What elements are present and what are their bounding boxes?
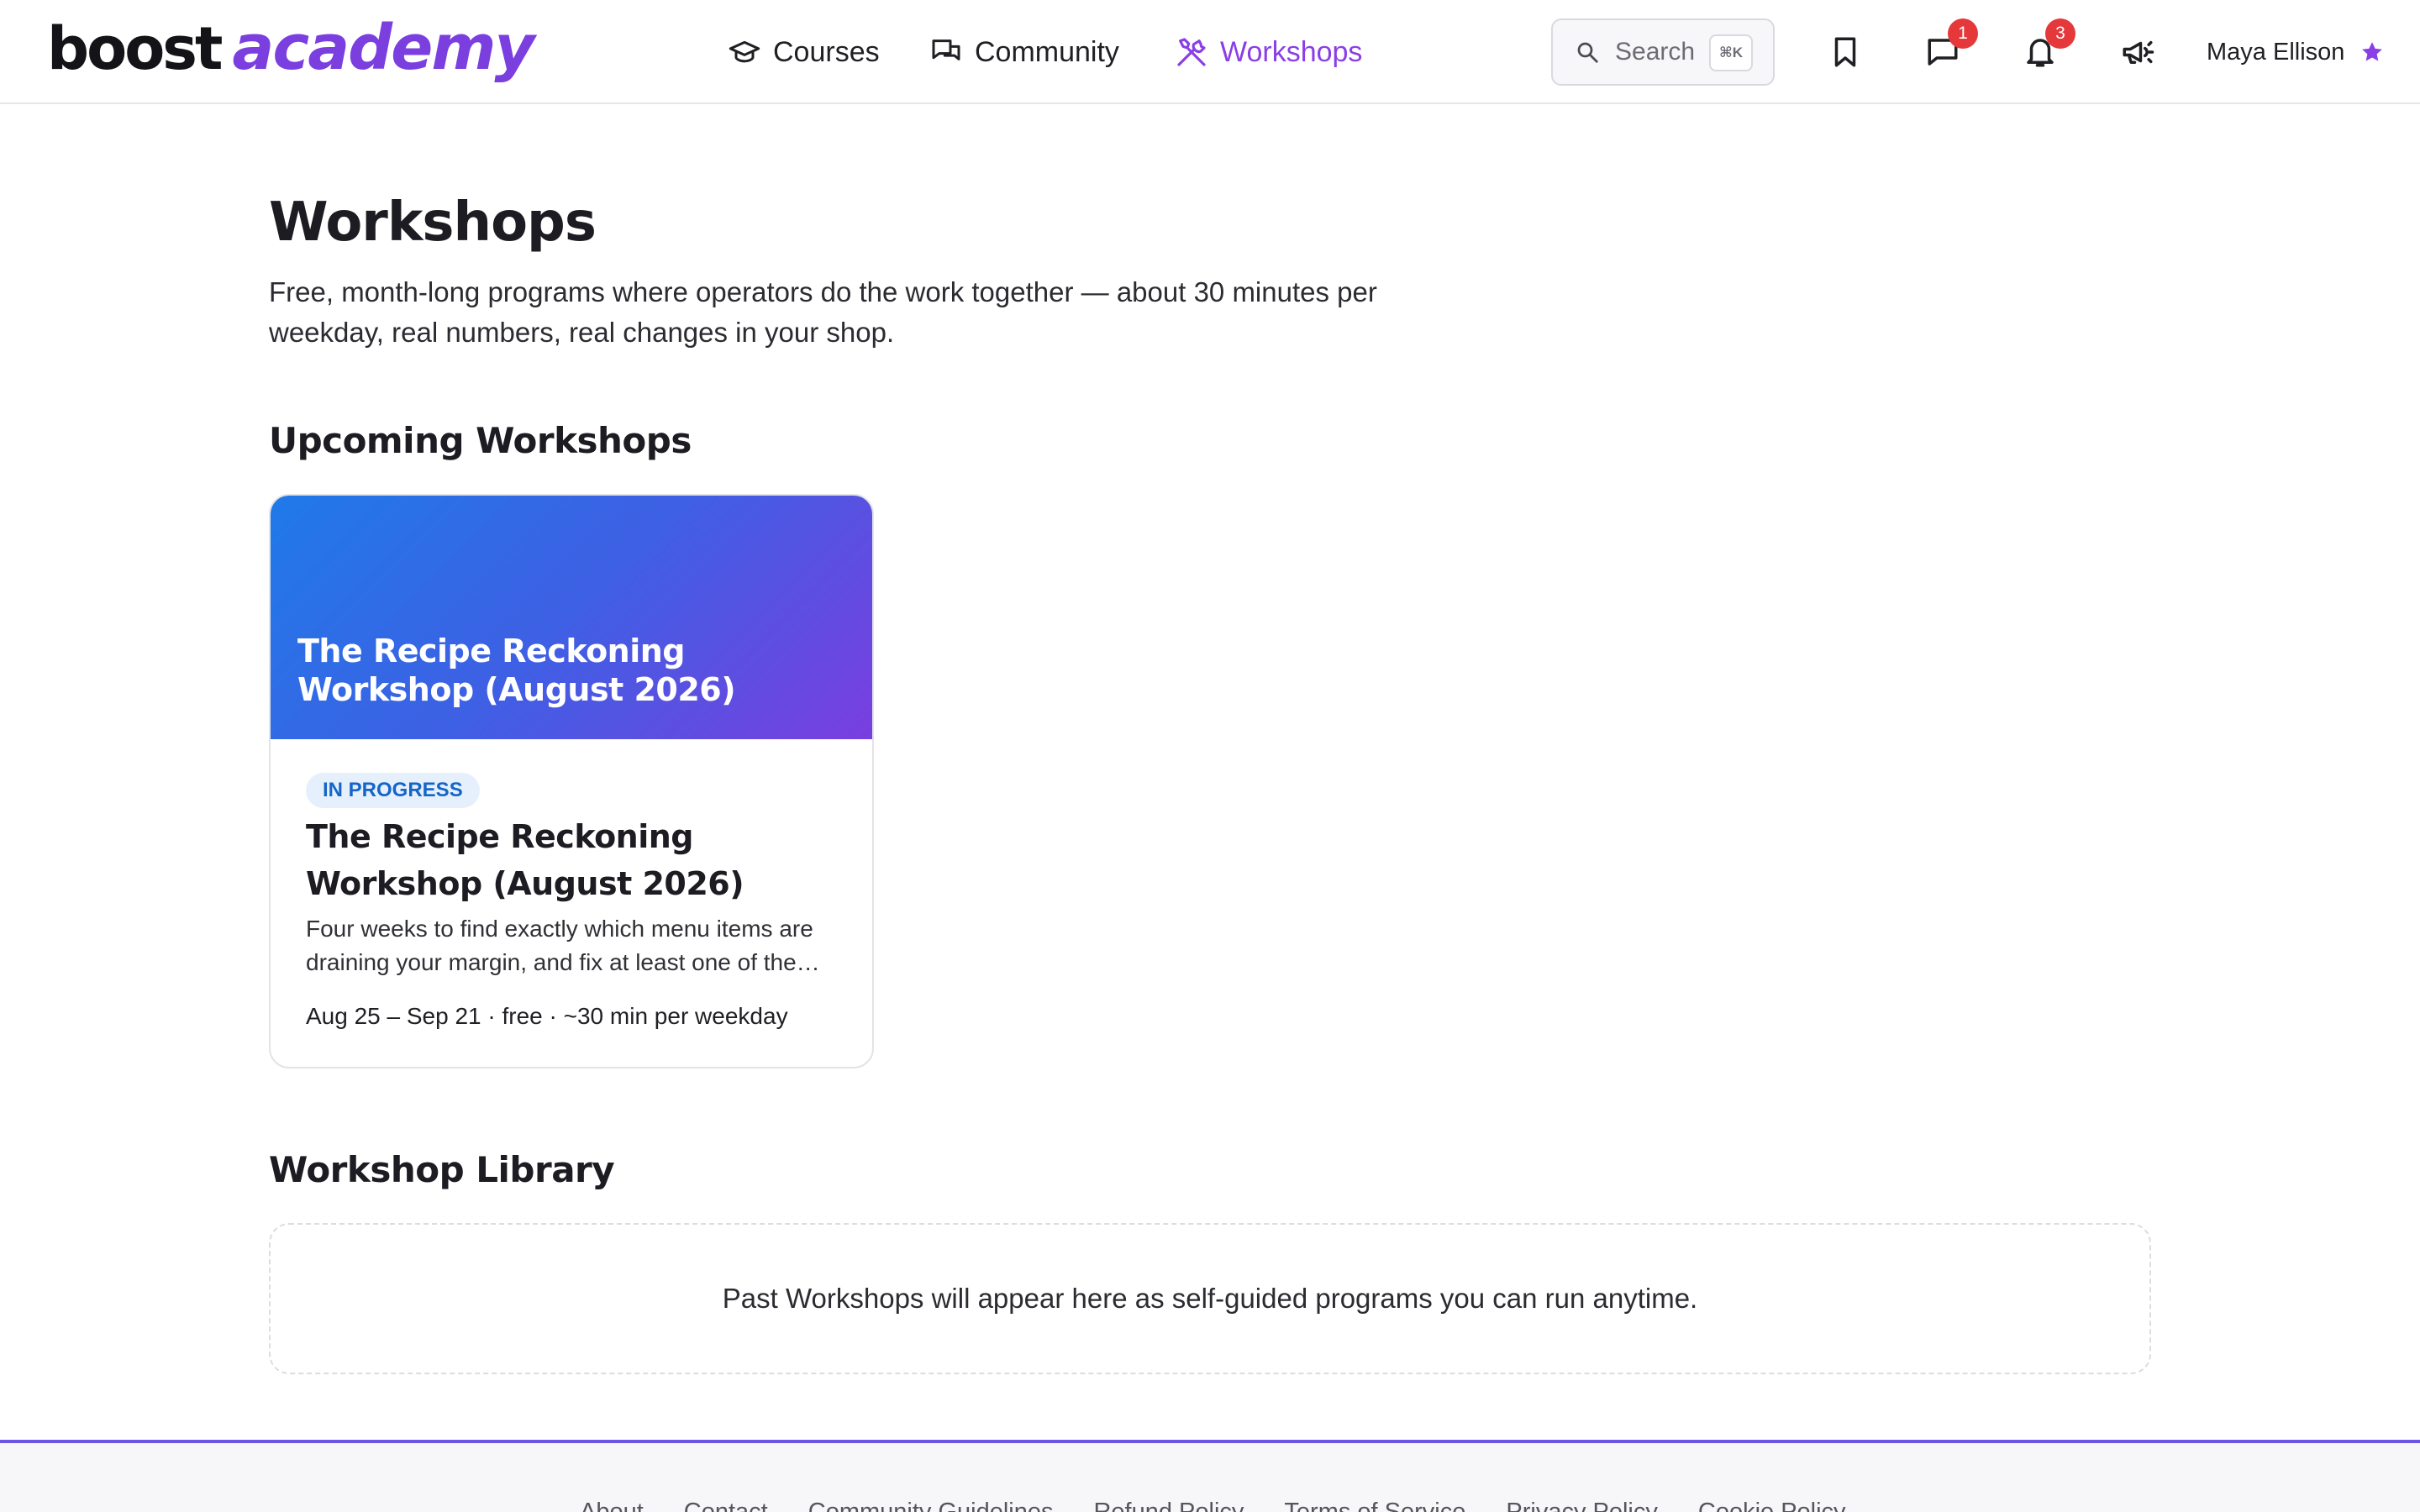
footer-link-contact[interactable]: Contact xyxy=(684,1499,768,1512)
star-icon xyxy=(2362,42,2383,61)
search-button[interactable]: Search ⌘K xyxy=(1551,18,1775,86)
workshop-card-banner: The Recipe Reckoning Workshop (August 20… xyxy=(271,496,872,739)
megaphone-icon xyxy=(2123,40,2154,64)
workshop-card-title[interactable]: The Recipe Reckoning Workshop (August 20… xyxy=(306,813,844,907)
footer-link-cookie-policy[interactable]: Cookie Policy xyxy=(1698,1499,1846,1512)
workshop-card-description: Four weeks to find exactly which menu it… xyxy=(306,916,820,975)
footer-link-terms-of-service[interactable]: Terms of Service xyxy=(1284,1499,1465,1512)
tools-icon xyxy=(1177,38,1206,66)
nav-courses-label: Courses xyxy=(773,35,880,68)
top-navigation-bar: boost academy Courses Community Workshop… xyxy=(0,0,2420,104)
upcoming-workshops-heading: Upcoming Workshops xyxy=(269,420,692,461)
workshop-card-meta: Aug 25 – Sep 21 · free · ~30 min per wee… xyxy=(306,1003,788,1029)
library-empty-message: Past Workshops will appear here as self-… xyxy=(722,1283,1698,1314)
nav-courses[interactable]: Courses xyxy=(728,25,880,79)
workshop-library-empty-state: Past Workshops will appear here as self-… xyxy=(269,1223,2151,1374)
logo-academy-text: academy xyxy=(232,12,534,84)
footer-link-privacy-policy[interactable]: Privacy Policy xyxy=(1506,1499,1658,1512)
nav-workshops[interactable]: Workshops xyxy=(1175,25,1362,79)
workshop-card[interactable]: The Recipe Reckoning Workshop (August 20… xyxy=(269,494,874,1068)
status-badge: IN PROGRESS xyxy=(306,773,480,808)
workshop-library-heading: Workshop Library xyxy=(269,1149,615,1190)
graduation-cap-icon xyxy=(729,40,760,63)
footer-link-refund-policy[interactable]: Refund Policy xyxy=(1093,1499,1244,1512)
page-title: Workshops xyxy=(269,192,597,254)
footer-links: About Contact Community Guidelines Refun… xyxy=(580,1499,1846,1512)
announcements-button[interactable] xyxy=(2112,27,2163,77)
user-name: Maya Ellison xyxy=(2207,38,2345,66)
messages-button[interactable]: 1 xyxy=(1918,18,1978,77)
search-icon xyxy=(1577,42,1598,63)
user-menu[interactable]: Maya Ellison xyxy=(2207,34,2385,71)
page-description: Free, month-long programs where operator… xyxy=(269,276,1377,348)
footer-link-about[interactable]: About xyxy=(580,1499,644,1512)
nav-community[interactable]: Community xyxy=(929,25,1119,79)
chat-bubbles-icon xyxy=(932,39,960,60)
boost-academy-logo[interactable]: boost academy xyxy=(47,12,535,92)
notifications-button[interactable]: 3 xyxy=(2015,18,2075,77)
footer: About Contact Community Guidelines Refun… xyxy=(0,1440,2420,1512)
notifications-badge: 3 xyxy=(2045,18,2075,49)
messages-badge: 1 xyxy=(1948,18,1978,49)
workshop-card-banner-title: The Recipe Reckoning Workshop (August 20… xyxy=(297,633,736,708)
nav-workshops-label: Workshops xyxy=(1220,35,1363,68)
nav-community-label: Community xyxy=(975,35,1119,68)
search-shortcut-hint: ⌘K xyxy=(1709,34,1753,71)
search-label: Search xyxy=(1615,38,1696,66)
bookmarks-button[interactable] xyxy=(1820,27,1870,77)
bookmark-icon xyxy=(1834,37,1856,67)
footer-link-community-guidelines[interactable]: Community Guidelines xyxy=(808,1499,1054,1512)
logo-boost-text: boost xyxy=(47,14,223,83)
